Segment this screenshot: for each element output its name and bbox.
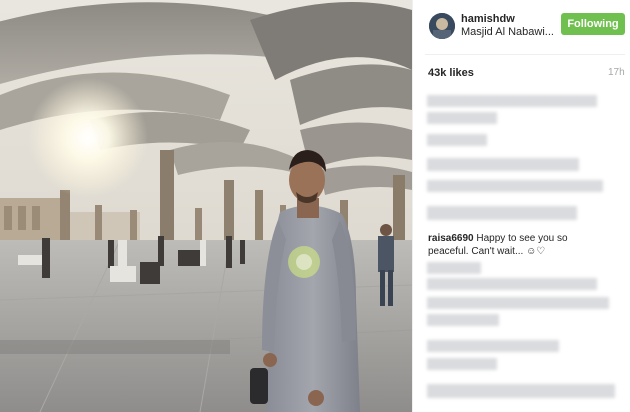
comment-item: raisa6690 Happy to see you so peaceful. … [428,232,608,258]
likes-count[interactable]: 43k likes [428,67,474,79]
post-photo[interactable] [0,0,412,412]
avatar[interactable] [429,13,455,39]
post-timestamp[interactable]: 17h [608,67,625,78]
post-header: hamishdw Masjid Al Nabawi... Following [413,0,630,50]
comment-username[interactable]: raisa6690 [428,233,474,244]
post-details-panel: hamishdw Masjid Al Nabawi... Following 4… [412,0,630,412]
username-link[interactable]: hamishdw [461,13,515,25]
header-divider [425,54,625,55]
photo-image [0,0,412,412]
following-button[interactable]: Following [561,13,625,35]
location-link[interactable]: Masjid Al Nabawi... [461,26,554,38]
